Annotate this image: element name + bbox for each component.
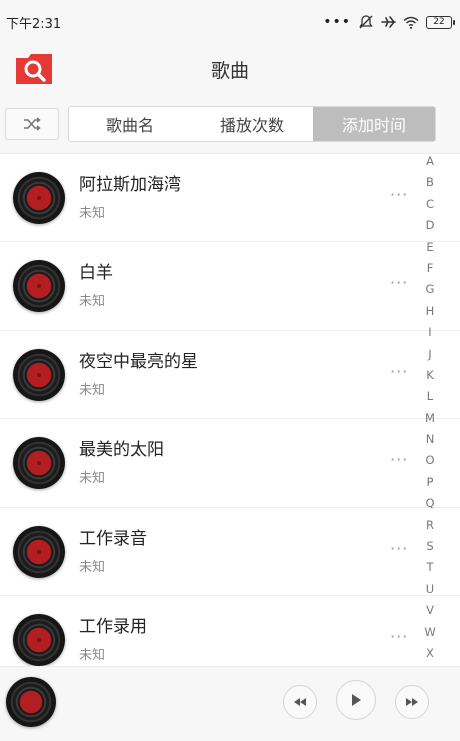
song-title: 工作录音 xyxy=(79,528,147,549)
more-dots-icon[interactable]: ··· xyxy=(390,628,408,644)
page-title: 歌曲 xyxy=(210,59,249,82)
song-artist: 未知 xyxy=(79,206,106,221)
song-row[interactable]: 阿拉斯加海湾 未知 ··· xyxy=(0,154,460,243)
song-list: 阿拉斯加海湾 未知 ··· 白羊 未知 ··· 夜空中最亮的星 未知 ··· 最… xyxy=(0,154,460,666)
shuffle-icon xyxy=(24,117,41,131)
song-title: 最美的太阳 xyxy=(79,440,164,461)
vinyl-disc-icon xyxy=(13,525,65,578)
app-header: 歌曲 xyxy=(0,44,460,94)
alphabet-index-letter[interactable]: L xyxy=(427,389,433,403)
more-dots-icon[interactable]: ··· xyxy=(390,452,408,468)
alphabet-index-letter[interactable]: V xyxy=(426,603,434,617)
song-artist: 未知 xyxy=(79,382,106,398)
rewind-button[interactable] xyxy=(283,685,317,719)
alphabet-index-letter[interactable]: S xyxy=(426,539,433,553)
mini-player xyxy=(0,666,460,741)
tab-song-name[interactable]: 歌曲名 xyxy=(69,107,191,141)
alphabet-index-letter[interactable]: F xyxy=(427,261,434,275)
airplane-icon xyxy=(381,16,396,28)
fast-forward-button[interactable] xyxy=(395,685,429,719)
alphabet-index-letter[interactable]: B xyxy=(426,175,434,189)
song-title: 白羊 xyxy=(79,263,113,284)
play-icon xyxy=(352,694,361,706)
alphabet-index-letter[interactable]: H xyxy=(426,304,435,318)
song-title: 阿拉斯加海湾 xyxy=(79,175,181,195)
more-dots-icon[interactable]: ··· xyxy=(390,540,408,556)
vinyl-disc-icon xyxy=(13,260,65,313)
song-row[interactable]: 工作录音 未知 ··· xyxy=(0,508,460,596)
alphabet-index-letter[interactable]: U xyxy=(426,582,434,596)
alphabet-index-letter[interactable]: T xyxy=(426,560,433,574)
battery-icon: 22 xyxy=(426,15,455,29)
song-artist: 未知 xyxy=(79,647,106,663)
status-bar: 下午2:31 ••• 22 xyxy=(0,0,460,44)
play-button[interactable] xyxy=(336,680,376,720)
vinyl-disc-icon xyxy=(13,348,65,401)
alphabet-index-letter[interactable]: J xyxy=(428,347,431,361)
wifi-icon xyxy=(403,16,419,29)
song-row[interactable]: 白羊 未知 ··· xyxy=(0,242,460,331)
alphabet-index-letter[interactable]: A xyxy=(426,154,434,168)
alphabet-index-letter[interactable]: K xyxy=(426,368,434,382)
alphabet-index-letter[interactable]: M xyxy=(425,411,435,425)
status-icons: ••• 22 xyxy=(323,14,455,30)
sort-toolbar: 歌曲名 播放次数 添加时间 xyxy=(0,94,460,154)
more-dots-icon[interactable]: ··· xyxy=(390,275,408,291)
alphabet-index-letter[interactable]: G xyxy=(426,282,435,296)
alphabet-index-letter[interactable]: X xyxy=(426,646,434,660)
alphabet-index-letter[interactable]: C xyxy=(426,197,434,211)
alphabet-index-letter[interactable]: N xyxy=(426,432,435,446)
alphabet-index-letter[interactable]: R xyxy=(426,518,434,532)
now-playing-disc-icon[interactable] xyxy=(6,677,56,727)
alphabet-index-letter[interactable]: P xyxy=(427,475,434,489)
more-dots-icon[interactable]: ··· xyxy=(390,363,408,379)
song-artist: 未知 xyxy=(79,471,106,487)
status-time: 下午2:31 xyxy=(6,16,62,32)
alphabet-index[interactable]: ABCDEFGHIJKLMNOPQRSTUVWX xyxy=(421,154,439,660)
rewind-icon xyxy=(294,698,306,706)
alphabet-index-letter[interactable]: W xyxy=(424,625,435,639)
sort-tabs: 歌曲名 播放次数 添加时间 xyxy=(68,106,436,142)
vinyl-disc-icon xyxy=(13,613,65,666)
alphabet-index-letter[interactable]: Q xyxy=(425,496,434,510)
more-dots-icon[interactable]: ··· xyxy=(390,187,408,203)
alphabet-index-letter[interactable]: E xyxy=(426,240,433,254)
fast-forward-icon xyxy=(406,698,418,706)
song-row[interactable]: 工作录用 未知 ··· xyxy=(0,596,460,666)
vinyl-disc-icon xyxy=(13,172,65,224)
song-row[interactable]: 夜空中最亮的星 未知 ··· xyxy=(0,331,460,420)
alphabet-index-letter[interactable]: O xyxy=(425,453,434,467)
vinyl-disc-icon xyxy=(13,437,65,490)
alphabet-index-letter[interactable]: I xyxy=(428,325,431,339)
song-title: 工作录用 xyxy=(79,616,147,637)
song-artist: 未知 xyxy=(79,294,106,310)
battery-level: 22 xyxy=(433,17,445,27)
search-folder-icon[interactable] xyxy=(15,53,53,85)
more-notifications-icon: ••• xyxy=(323,14,351,30)
tab-play-count[interactable]: 播放次数 xyxy=(191,107,313,141)
shuffle-button[interactable] xyxy=(5,108,59,140)
mute-icon xyxy=(359,15,373,29)
tab-date-added[interactable]: 添加时间 xyxy=(313,107,435,141)
song-row[interactable]: 最美的太阳 未知 ··· xyxy=(0,419,460,508)
alphabet-index-letter[interactable]: D xyxy=(426,218,435,232)
song-title: 夜空中最亮的星 xyxy=(79,351,198,372)
song-artist: 未知 xyxy=(79,559,106,575)
